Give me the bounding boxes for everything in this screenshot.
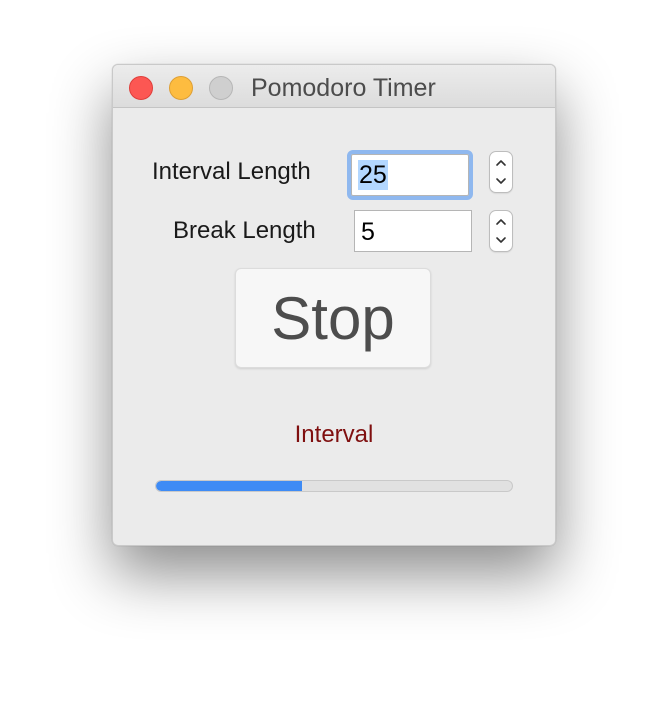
timer-progress-fill bbox=[156, 481, 302, 491]
stop-button[interactable]: Stop bbox=[235, 268, 431, 368]
break-length-stepper[interactable] bbox=[489, 210, 513, 252]
break-length-field[interactable]: 5 bbox=[354, 210, 472, 252]
window-title: Pomodoro Timer bbox=[251, 74, 436, 102]
break-length-label: Break Length bbox=[173, 217, 316, 244]
interval-length-label: Interval Length bbox=[152, 158, 311, 185]
interval-length-field[interactable]: 25 bbox=[347, 150, 473, 200]
stepper-down-icon[interactable] bbox=[490, 171, 512, 191]
pomodoro-window: Pomodoro Timer Interval Length 25 Break … bbox=[112, 64, 556, 546]
zoom-window-button[interactable] bbox=[209, 76, 233, 100]
interval-length-value: 25 bbox=[358, 160, 388, 190]
title-bar[interactable]: Pomodoro Timer bbox=[113, 65, 555, 108]
break-length-value: 5 bbox=[361, 218, 375, 246]
stepper-up-icon[interactable] bbox=[490, 153, 512, 173]
close-window-button[interactable] bbox=[129, 76, 153, 100]
stepper-up-icon[interactable] bbox=[490, 212, 512, 232]
minimize-window-button[interactable] bbox=[169, 76, 193, 100]
timer-progress-bar bbox=[155, 480, 513, 492]
interval-length-stepper[interactable] bbox=[489, 151, 513, 193]
stepper-down-icon[interactable] bbox=[490, 230, 512, 250]
timer-status-label: Interval bbox=[294, 421, 374, 448]
